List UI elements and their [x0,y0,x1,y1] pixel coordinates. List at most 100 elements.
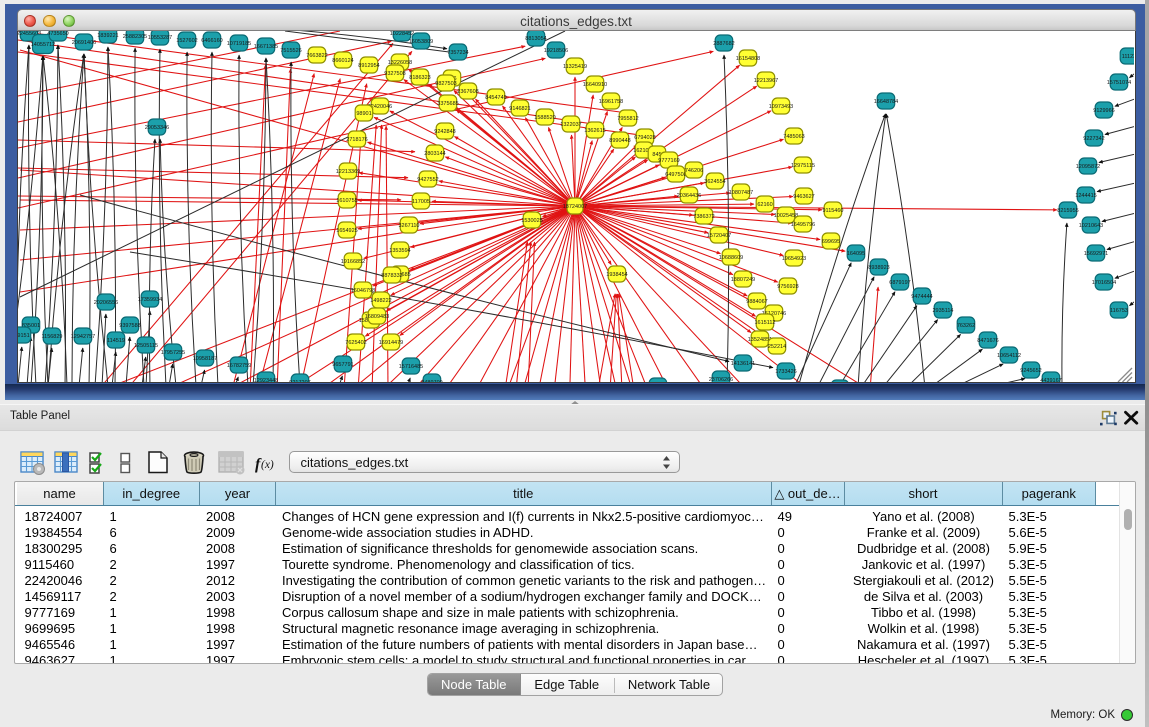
svg-text:8489709: 8489709 [421,380,442,382]
svg-text:7955812: 7955812 [617,116,638,122]
svg-text:10973493: 10973493 [768,104,792,110]
svg-text:3375685: 3375685 [437,101,458,107]
svg-text:1654925: 1654925 [336,228,357,234]
svg-text:2718176: 2718176 [346,137,367,143]
svg-text:16648784: 16648784 [873,99,897,105]
svg-text:15692971: 15692971 [1083,251,1107,257]
svg-text:8990448: 8990448 [609,138,630,144]
svg-text:1938454: 1938454 [606,272,627,278]
svg-text:12095872: 12095872 [1075,164,1099,170]
svg-text:1156829: 1156829 [41,334,62,340]
svg-text:19166852: 19166852 [340,259,364,265]
svg-text:9115460: 9115460 [822,208,843,214]
svg-text:9884067: 9884067 [746,299,767,305]
svg-text:9756928: 9756928 [777,284,798,290]
svg-text:16809483: 16809483 [364,314,388,320]
svg-text:10228452: 10228452 [389,31,413,37]
svg-text:114519: 114519 [107,338,125,344]
svg-text:8215955: 8215955 [1057,208,1078,214]
svg-text:10719185: 10719185 [226,41,250,47]
svg-text:17957255: 17957255 [160,350,184,356]
svg-text:10654112: 10654112 [996,353,1020,359]
svg-text:12213967: 12213967 [753,78,777,84]
svg-text:9217207: 9217207 [289,380,310,382]
svg-text:12505115: 12505115 [133,343,157,349]
svg-text:6466160: 6466160 [201,38,222,44]
svg-text:(x): (x) [261,459,274,471]
svg-text:9146821: 9146821 [509,106,530,112]
svg-text:1610755: 1610755 [336,198,357,204]
svg-text:9657791: 9657791 [332,362,353,368]
svg-text:17359934: 17359934 [137,297,161,303]
svg-text:6794028: 6794028 [634,135,655,141]
svg-text:1588520: 1588520 [534,115,555,121]
svg-text:11123: 11123 [1121,54,1133,60]
svg-text:16961758: 16961758 [598,99,622,105]
svg-text:17016504: 17016504 [1091,280,1115,286]
svg-text:699695: 699695 [821,239,839,245]
svg-text:18807249: 18807249 [730,277,754,283]
svg-text:10210643: 10210643 [1078,223,1102,229]
svg-text:16914479: 16914479 [378,340,402,346]
svg-text:12942757: 12942757 [70,334,94,340]
svg-text:1839221: 1839221 [97,33,118,39]
svg-text:7515526: 7515526 [280,48,301,54]
svg-text:16046798: 16046798 [350,288,374,294]
svg-text:9474444: 9474444 [911,294,932,300]
svg-text:7386372: 7386372 [693,214,714,220]
svg-text:116753: 116753 [1110,308,1128,314]
svg-text:8471676: 8471676 [977,338,998,344]
svg-text:14136141: 14136141 [730,361,754,367]
svg-text:19654923: 19654923 [781,256,805,262]
svg-text:23706266: 23706266 [708,377,732,382]
svg-text:10688609: 10688609 [718,255,742,261]
svg-text:39151: 39151 [18,333,30,339]
svg-text:7663822: 7663822 [306,53,327,59]
svg-text:9827503: 9827503 [435,81,456,87]
svg-text:252214: 252214 [767,344,785,350]
svg-text:746206: 746206 [684,168,702,174]
svg-text:16495796: 16495796 [790,222,814,228]
svg-text:12213369: 12213369 [335,169,359,175]
svg-text:16782759: 16782759 [226,363,250,369]
svg-text:1498222: 1498222 [370,298,391,304]
svg-text:117005: 117005 [412,199,430,205]
svg-text:62160: 62160 [757,202,772,208]
svg-text:11325419: 11325419 [562,64,586,70]
svg-text:8912954: 8912954 [358,63,379,69]
svg-text:20206556: 20206556 [93,300,117,306]
svg-text:2367608: 2367608 [457,89,478,95]
svg-text:1733426: 1733426 [775,369,796,375]
svg-text:15716485: 15716485 [398,364,422,370]
svg-text:9129966: 9129966 [1093,108,1114,114]
svg-text:1527602: 1527602 [176,38,197,44]
svg-text:2887682: 2887682 [713,41,734,47]
svg-text:10553287: 10553287 [147,35,171,41]
svg-text:2803144: 2803144 [424,151,445,157]
svg-text:20364436: 20364436 [676,193,700,199]
svg-text:1362615: 1362615 [584,128,605,134]
svg-text:10807487: 10807487 [728,190,752,196]
svg-text:7625402: 7625402 [345,340,366,346]
svg-text:9397588: 9397588 [119,323,140,329]
svg-text:25882305: 25882305 [122,34,146,40]
svg-text:9245652: 9245652 [1020,368,1041,374]
svg-text:8938923: 8938923 [868,265,889,271]
svg-text:29053346: 29053346 [144,125,168,131]
svg-text:164095: 164095 [846,251,864,257]
svg-text:9463627: 9463627 [793,194,814,200]
svg-text:16671385: 16671385 [253,44,277,50]
svg-text:9242848: 9242848 [434,129,455,135]
svg-text:763262: 763262 [956,323,974,329]
svg-text:20691406: 20691406 [71,40,95,46]
svg-text:1615112: 1615112 [754,320,775,326]
svg-text:3624554: 3624554 [704,179,725,185]
svg-text:7357234: 7357234 [447,50,468,56]
svg-text:9227342: 9227342 [1083,136,1104,142]
svg-text:9327508: 9327508 [384,71,405,77]
svg-text:12923448: 12923448 [253,378,277,382]
svg-text:16640910: 16640910 [582,82,606,88]
svg-text:8813054: 8813054 [525,36,546,42]
svg-text:8660124: 8660124 [332,58,353,64]
svg-text:9777169: 9777169 [658,158,679,164]
